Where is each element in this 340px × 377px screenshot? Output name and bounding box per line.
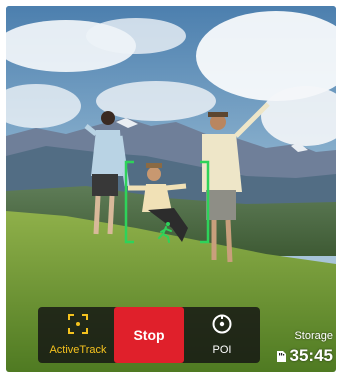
storage-time-value: 35:45: [289, 346, 333, 365]
activetrack-button[interactable]: ActiveTrack: [42, 307, 114, 363]
stop-button[interactable]: Stop: [114, 307, 184, 363]
activetrack-icon: [67, 313, 89, 340]
poi-label: POI: [212, 344, 232, 356]
running-person-icon: [158, 222, 172, 243]
poi-icon: [211, 313, 233, 340]
poi-button[interactable]: POI: [188, 307, 256, 363]
activetrack-target-box[interactable]: [124, 160, 210, 244]
activetrack-label: ActiveTrack: [49, 344, 107, 356]
stop-label: Stop: [133, 327, 165, 343]
storage-label: Storage: [294, 330, 333, 342]
camera-viewfinder[interactable]: ActiveTrack Stop POI Storage 35:45: [6, 6, 336, 372]
sd-card-icon: [276, 350, 287, 363]
flight-mode-toolbar: ActiveTrack Stop POI: [38, 307, 260, 363]
storage-remaining: 35:45: [276, 346, 333, 366]
